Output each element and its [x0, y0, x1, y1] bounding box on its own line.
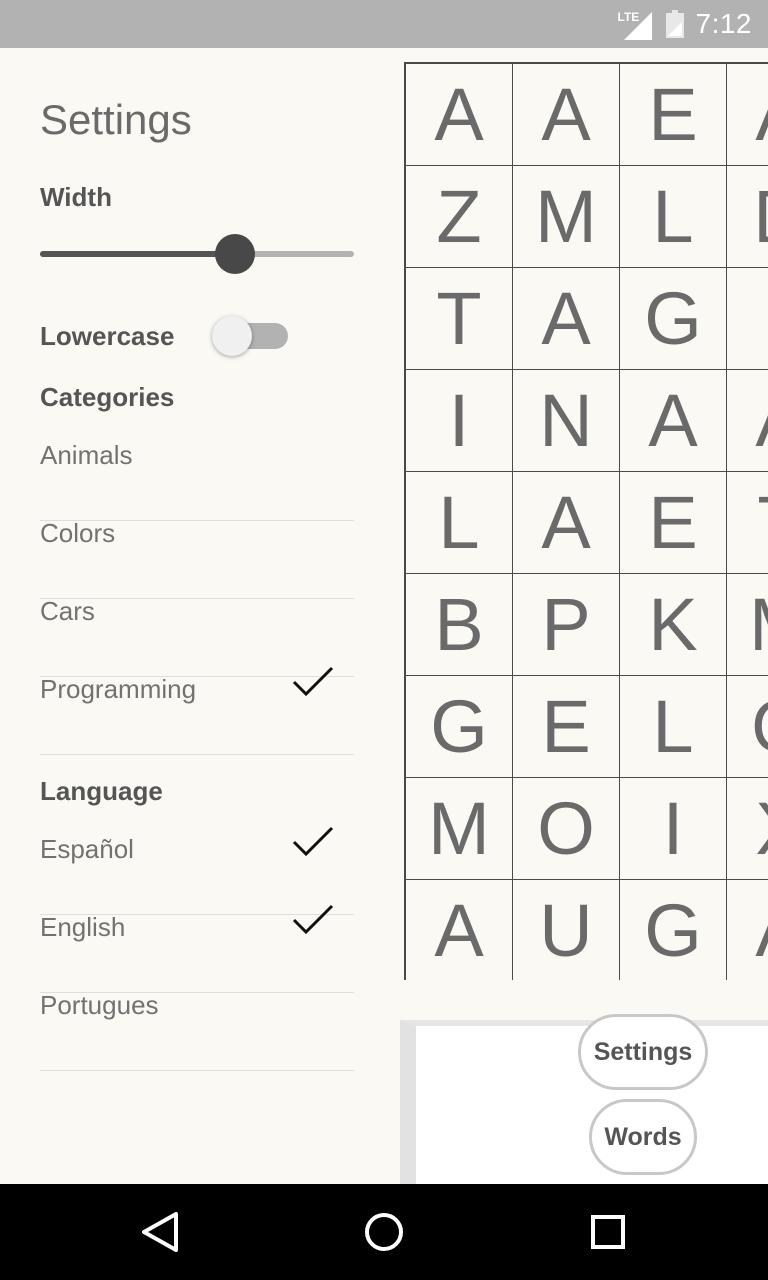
- grid-cell[interactable]: L: [620, 166, 727, 268]
- checkmark-icon: [292, 666, 334, 697]
- grid-cell[interactable]: A: [406, 880, 513, 980]
- grid-cell[interactable]: U: [513, 880, 620, 980]
- language-item-english[interactable]: English: [40, 904, 354, 993]
- grid-cell[interactable]: A: [727, 880, 768, 980]
- checkmark-icon: [292, 826, 334, 857]
- grid-cell[interactable]: E: [513, 676, 620, 778]
- category-item-animals[interactable]: Animals: [40, 442, 354, 521]
- grid-cell[interactable]: D: [727, 166, 768, 268]
- lte-signal-icon: LTE: [618, 6, 654, 42]
- grid-cell[interactable]: M: [406, 778, 513, 880]
- grid-cell[interactable]: A: [513, 268, 620, 370]
- grid-cell[interactable]: I: [406, 370, 513, 472]
- grid-cell[interactable]: B: [406, 574, 513, 676]
- navigation-bar: [0, 1184, 768, 1280]
- grid-cell[interactable]: K: [620, 574, 727, 676]
- grid-cell[interactable]: T: [727, 472, 768, 574]
- grid-cell[interactable]: I: [620, 778, 727, 880]
- grid-cell[interactable]: X: [727, 778, 768, 880]
- grid-cell[interactable]: A: [620, 370, 727, 472]
- letter-grid-container: AAEAZMLDTAGIINAALAETBPKMGELOMOIXAUGA: [404, 62, 768, 980]
- language-label: English: [40, 912, 126, 942]
- slider-fill: [40, 251, 235, 257]
- category-label: Animals: [40, 440, 133, 470]
- lowercase-toggle[interactable]: [212, 316, 292, 356]
- language-item-portugues[interactable]: Portugues: [40, 992, 354, 1071]
- grid-cell[interactable]: A: [513, 472, 620, 574]
- back-icon[interactable]: [136, 1208, 184, 1256]
- grid-cell[interactable]: A: [513, 64, 620, 166]
- recents-icon[interactable]: [584, 1208, 632, 1256]
- status-bar: LTE 7:12: [0, 0, 768, 48]
- home-icon[interactable]: [360, 1208, 408, 1256]
- grid-cell[interactable]: E: [620, 64, 727, 166]
- grid-cell[interactable]: T: [406, 268, 513, 370]
- settings-title: Settings: [40, 96, 192, 143]
- words-button[interactable]: Words: [589, 1099, 697, 1175]
- language-label: Español: [40, 834, 134, 864]
- grid-cell[interactable]: G: [620, 268, 727, 370]
- checkmark-icon: [292, 904, 334, 935]
- grid-cell[interactable]: Z: [406, 166, 513, 268]
- toggle-knob[interactable]: [212, 316, 252, 356]
- category-label: Colors: [40, 518, 116, 548]
- category-label: Programming: [40, 674, 197, 704]
- width-label: Width: [40, 182, 112, 212]
- clock: 7:12: [695, 8, 752, 39]
- grid-cell[interactable]: A: [727, 64, 768, 166]
- grid-cell[interactable]: O: [727, 676, 768, 778]
- category-item-colors[interactable]: Colors: [40, 520, 354, 599]
- grid-cell[interactable]: A: [727, 370, 768, 472]
- status-icons: LTE 7:12: [618, 0, 753, 48]
- settings-button[interactable]: Settings: [578, 1014, 708, 1090]
- grid-cell[interactable]: N: [513, 370, 620, 472]
- grid-cell[interactable]: A: [406, 64, 513, 166]
- category-label: Cars: [40, 596, 95, 626]
- category-item-programming[interactable]: Programming: [40, 666, 354, 755]
- language-label: Portugues: [40, 990, 159, 1020]
- grid-cell[interactable]: L: [620, 676, 727, 778]
- grid-cell[interactable]: I: [727, 268, 768, 370]
- grid-cell[interactable]: G: [406, 676, 513, 778]
- battery-icon: [665, 10, 684, 38]
- language-heading: Language: [40, 776, 163, 806]
- width-slider[interactable]: [40, 234, 354, 274]
- grid-cell[interactable]: O: [513, 778, 620, 880]
- grid-cell[interactable]: M: [513, 166, 620, 268]
- grid-cell[interactable]: G: [620, 880, 727, 980]
- slider-thumb[interactable]: [214, 234, 255, 274]
- categories-heading: Categories: [40, 382, 175, 412]
- letter-grid: AAEAZMLDTAGIINAALAETBPKMGELOMOIXAUGA: [404, 62, 768, 980]
- lowercase-label: Lowercase: [40, 321, 175, 351]
- grid-cell[interactable]: E: [620, 472, 727, 574]
- grid-cell[interactable]: M: [727, 574, 768, 676]
- grid-cell[interactable]: P: [513, 574, 620, 676]
- grid-cell[interactable]: L: [406, 472, 513, 574]
